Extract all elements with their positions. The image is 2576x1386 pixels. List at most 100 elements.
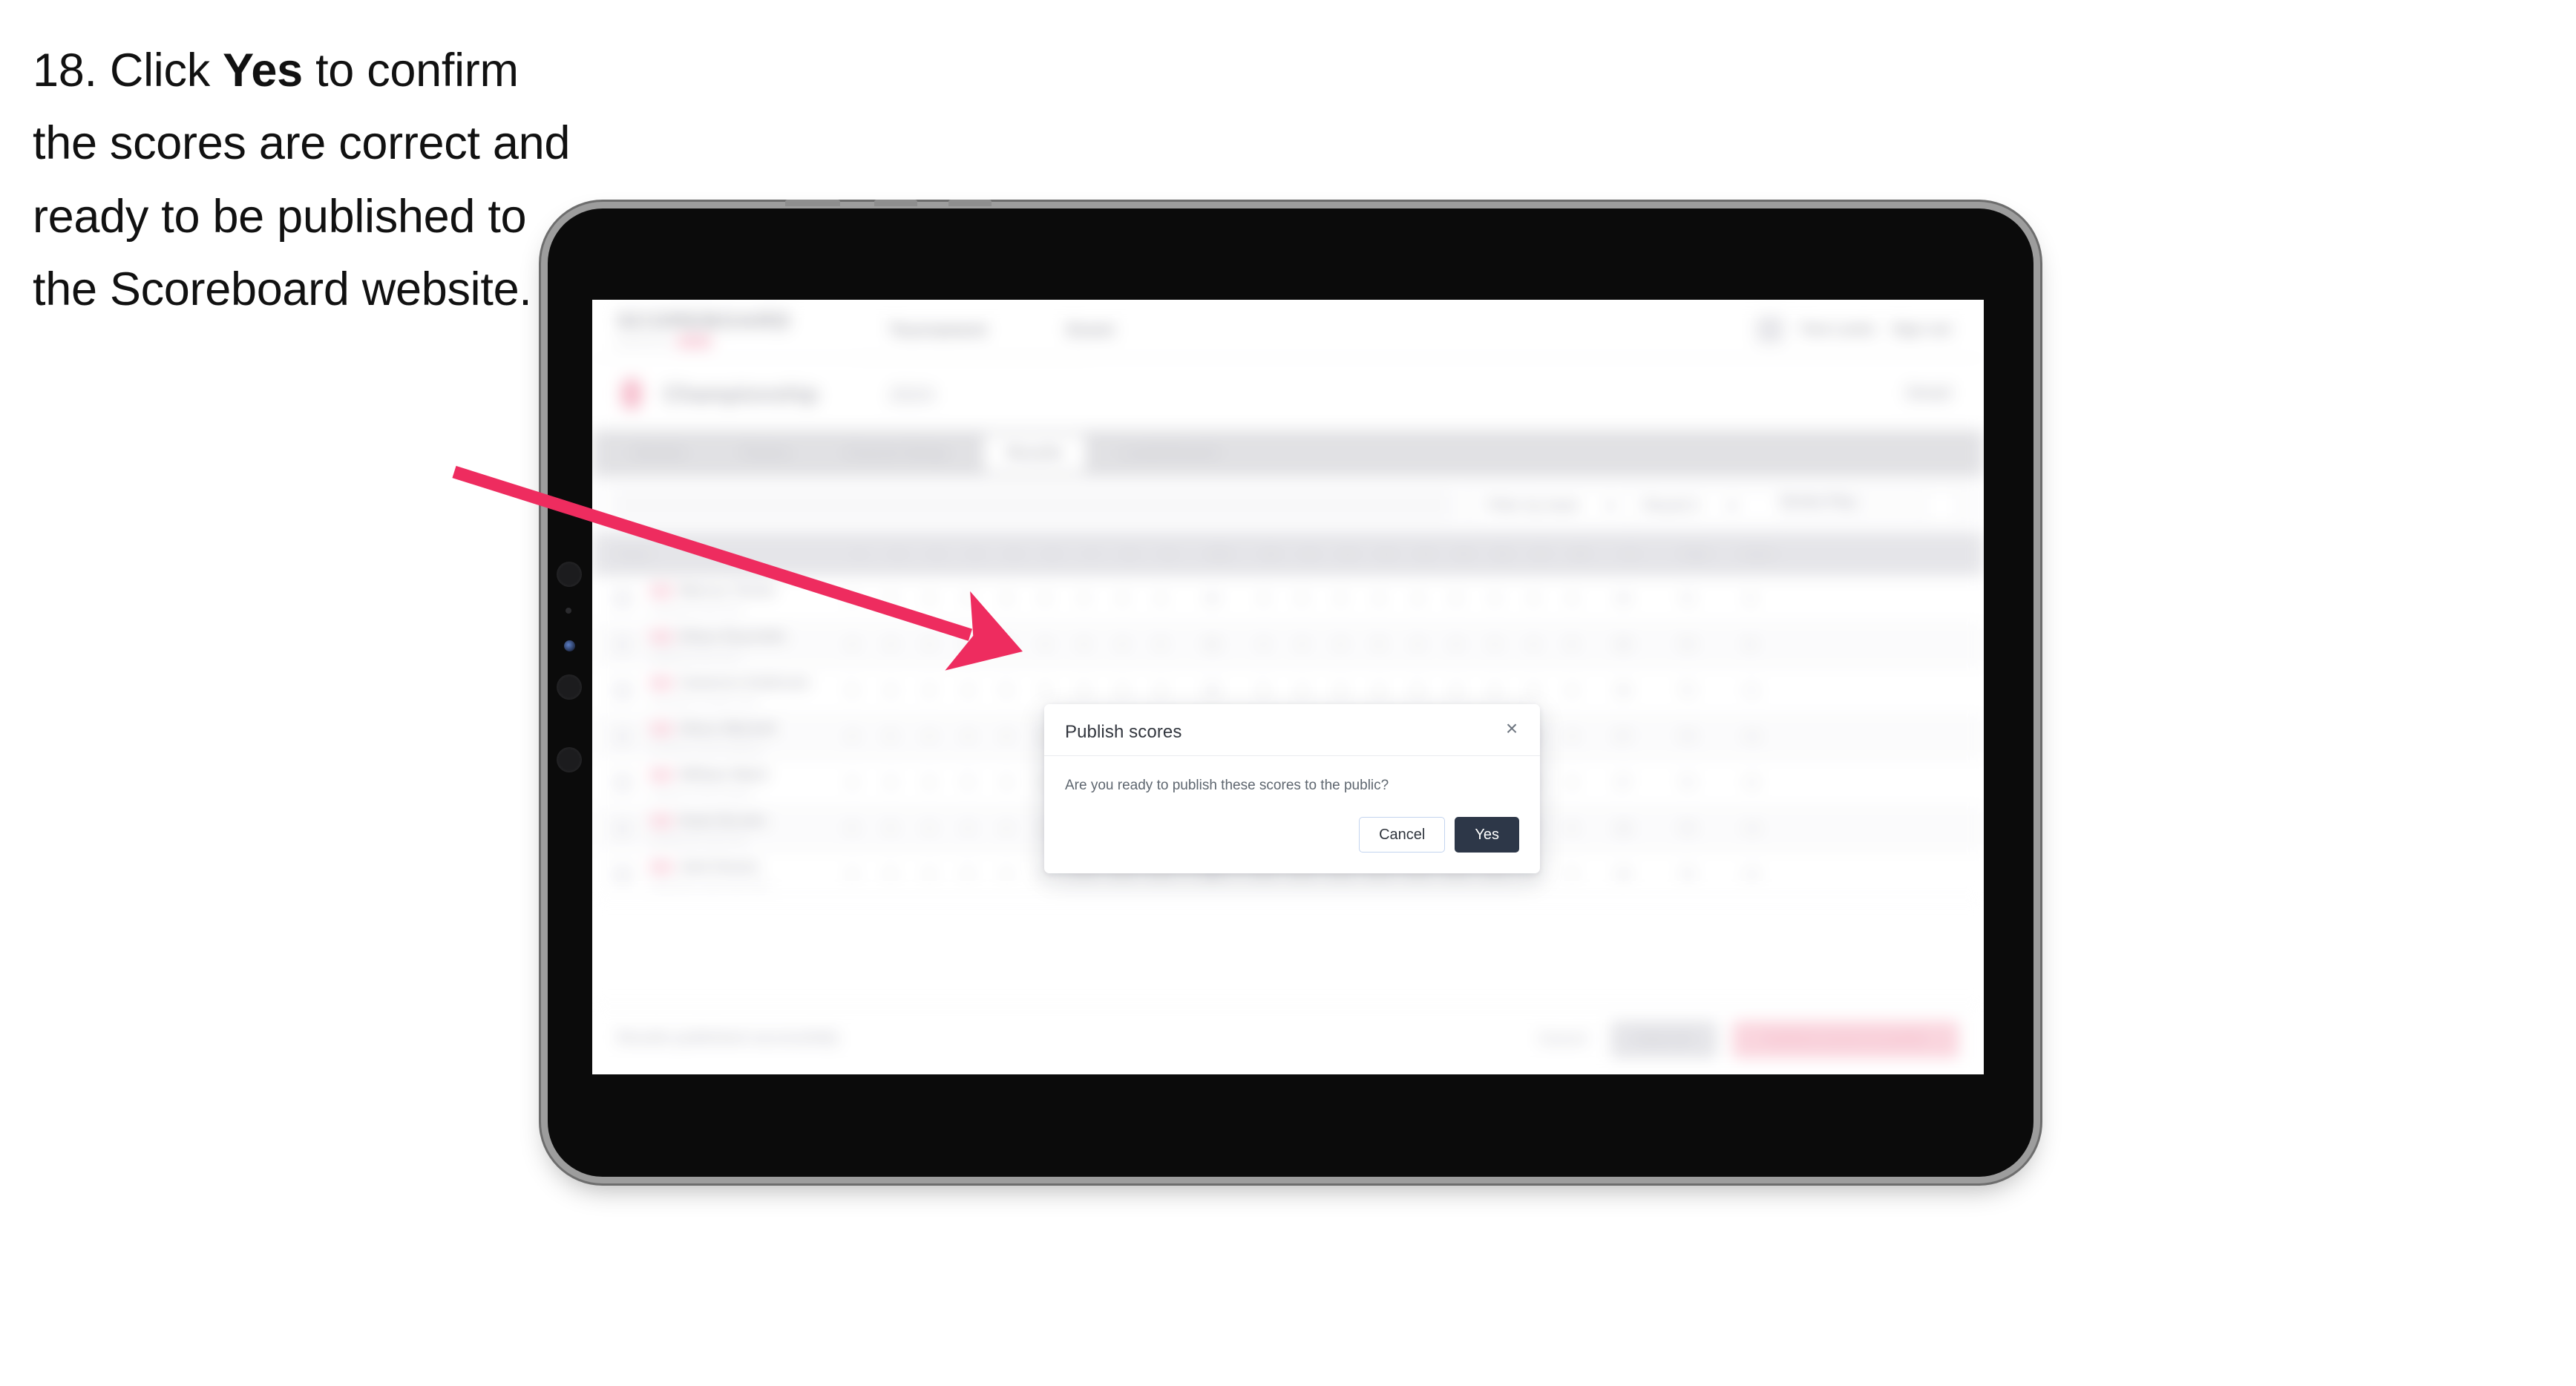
score-cell[interactable]: 4 <box>910 775 948 790</box>
table-row[interactable]: Ethan Reynolds Highland Park Golf 4 4 3 5 4 4 3 4… <box>592 622 1984 669</box>
score-cell[interactable]: 4 <box>987 637 1026 652</box>
score-cell[interactable]: 4 <box>833 729 871 744</box>
score-cell[interactable]: 36 <box>1591 683 1655 698</box>
avatar[interactable] <box>1757 316 1784 343</box>
score-cell[interactable]: 4 <box>871 683 910 698</box>
score-cell[interactable]: 4 <box>1026 683 1064 698</box>
score-cell[interactable]: 5 <box>1553 821 1591 836</box>
score-cell[interactable]: 4 <box>871 637 910 652</box>
score-cell[interactable]: 3 <box>910 821 948 836</box>
tab-leaderboard[interactable]: Leaderboard <box>1103 438 1236 469</box>
score-cell[interactable]: 4 <box>1141 683 1180 698</box>
save-all-button[interactable]: Save all <box>1610 1021 1717 1058</box>
score-cell[interactable]: 3 <box>1475 637 1514 652</box>
score-cell[interactable]: 4 <box>833 591 871 606</box>
score-cell[interactable]: 4 <box>1282 637 1321 652</box>
topnav-item-tournament[interactable]: Tournament <box>889 320 986 340</box>
score-cell[interactable]: 4 <box>1553 683 1591 698</box>
score-cell[interactable]: 4 <box>910 729 948 744</box>
row-checkbox[interactable] <box>613 865 650 884</box>
device-top-button-2[interactable] <box>874 200 917 206</box>
score-cell[interactable]: 4 <box>833 775 871 790</box>
publish-scores-button[interactable]: Publish scores to public <box>1733 1021 1959 1058</box>
cancel-button[interactable]: Cancel <box>1359 816 1446 853</box>
score-cell[interactable]: 36 <box>1180 591 1244 606</box>
row-checkbox[interactable] <box>613 681 650 700</box>
filter-settings-icon[interactable] <box>1924 488 1959 524</box>
score-cell[interactable]: 3 <box>1321 683 1360 698</box>
score-cell[interactable]: 4 <box>948 591 987 606</box>
search-input[interactable] <box>617 490 1449 521</box>
score-cell[interactable]: 4 <box>1360 683 1398 698</box>
score-cell[interactable]: 4 <box>833 637 871 652</box>
score-cell[interactable]: 4 <box>948 683 987 698</box>
score-cell[interactable]: 39 <box>1591 867 1655 882</box>
score-cell[interactable]: 4 <box>1141 591 1180 606</box>
bottom-cancel-link[interactable]: Cancel <box>1530 1031 1594 1048</box>
score-cell[interactable]: 3 <box>1321 591 1360 606</box>
score-cell[interactable]: 37 <box>1591 729 1655 744</box>
score-cell[interactable]: 4 <box>1553 729 1591 744</box>
score-cell[interactable]: 3 <box>1064 683 1103 698</box>
score-cell[interactable]: 4 <box>987 729 1026 744</box>
tab-results[interactable]: Results <box>984 435 1086 472</box>
score-cell[interactable]: 5 <box>987 683 1026 698</box>
score-cell[interactable]: 4 <box>1103 683 1141 698</box>
score-cell[interactable]: 4 <box>1398 591 1437 606</box>
score-cell[interactable]: 5 <box>1141 637 1180 652</box>
row-checkbox[interactable] <box>613 635 650 654</box>
score-cell[interactable]: 3 <box>1475 591 1514 606</box>
score-cell[interactable]: 5 <box>948 775 987 790</box>
score-cell[interactable]: 4 <box>1360 591 1398 606</box>
score-cell[interactable]: 4 <box>1282 683 1321 698</box>
score-cell[interactable]: 4 <box>1103 637 1141 652</box>
score-cell[interactable]: 5 <box>1244 683 1282 698</box>
app-logo[interactable]: SCOREBOARD powered by logo <box>617 309 791 348</box>
score-cell[interactable]: 5 <box>1437 591 1475 606</box>
score-cell[interactable]: 4 <box>1244 637 1282 652</box>
score-cell[interactable]: 5 <box>1360 637 1398 652</box>
score-cell[interactable]: 36 <box>1180 683 1244 698</box>
score-cell[interactable]: 5 <box>1398 683 1437 698</box>
score-cell[interactable]: 4 <box>987 775 1026 790</box>
device-top-button-3[interactable] <box>948 200 992 206</box>
score-cell[interactable]: 5 <box>1282 591 1321 606</box>
score-cell[interactable]: 5 <box>1553 867 1591 882</box>
event-detail-link[interactable]: Detail <box>1907 384 1951 403</box>
score-cell[interactable]: 5 <box>871 729 910 744</box>
score-cell[interactable]: 3 <box>1475 683 1514 698</box>
filter-round-select[interactable]: Round 1 ▾ <box>1631 488 1783 524</box>
score-cell[interactable]: 5 <box>1553 637 1591 652</box>
score-cell[interactable]: 4 <box>1398 637 1437 652</box>
score-cell[interactable]: 4 <box>1514 637 1553 652</box>
score-cell[interactable]: 3 <box>910 637 948 652</box>
score-cell[interactable]: 4 <box>987 867 1026 882</box>
row-checkbox[interactable] <box>613 589 650 608</box>
score-cell[interactable]: 38 <box>1591 821 1655 836</box>
yes-button[interactable]: Yes <box>1455 816 1519 853</box>
filter-team-select[interactable]: Filter by team ▾ <box>1475 488 1637 524</box>
score-cell[interactable]: 3 <box>1064 591 1103 606</box>
close-icon[interactable]: × <box>1500 717 1524 740</box>
score-cell[interactable]: 3 <box>1064 637 1103 652</box>
score-cell[interactable]: 4 <box>987 821 1026 836</box>
table-row[interactable]: Marcus Turner Eastwood Golf Club 4 5 3 4 4 5 3 4 4… <box>592 576 1984 623</box>
score-cell[interactable]: 4 <box>1553 775 1591 790</box>
score-cell[interactable]: 4 <box>1103 591 1141 606</box>
score-cell[interactable]: 5 <box>948 637 987 652</box>
score-cell[interactable]: 4 <box>1514 683 1553 698</box>
tab-teams[interactable]: Teams <box>722 438 809 469</box>
score-cell[interactable]: 4 <box>948 821 987 836</box>
score-cell[interactable]: 5 <box>948 867 987 882</box>
score-cell[interactable]: 5 <box>871 867 910 882</box>
score-cell[interactable]: 5 <box>833 821 871 836</box>
score-cell[interactable]: 36 <box>1591 637 1655 652</box>
score-cell[interactable]: 4 <box>1244 591 1282 606</box>
score-cell[interactable]: 4 <box>1514 591 1553 606</box>
filter-format-label[interactable]: Stroke Play <box>1780 494 1857 510</box>
score-cell[interactable]: 37 <box>1591 775 1655 790</box>
score-cell[interactable]: 3 <box>910 591 948 606</box>
score-cell[interactable]: 4 <box>1026 637 1064 652</box>
score-cell[interactable]: 4 <box>1437 683 1475 698</box>
score-cell[interactable]: 4 <box>910 867 948 882</box>
